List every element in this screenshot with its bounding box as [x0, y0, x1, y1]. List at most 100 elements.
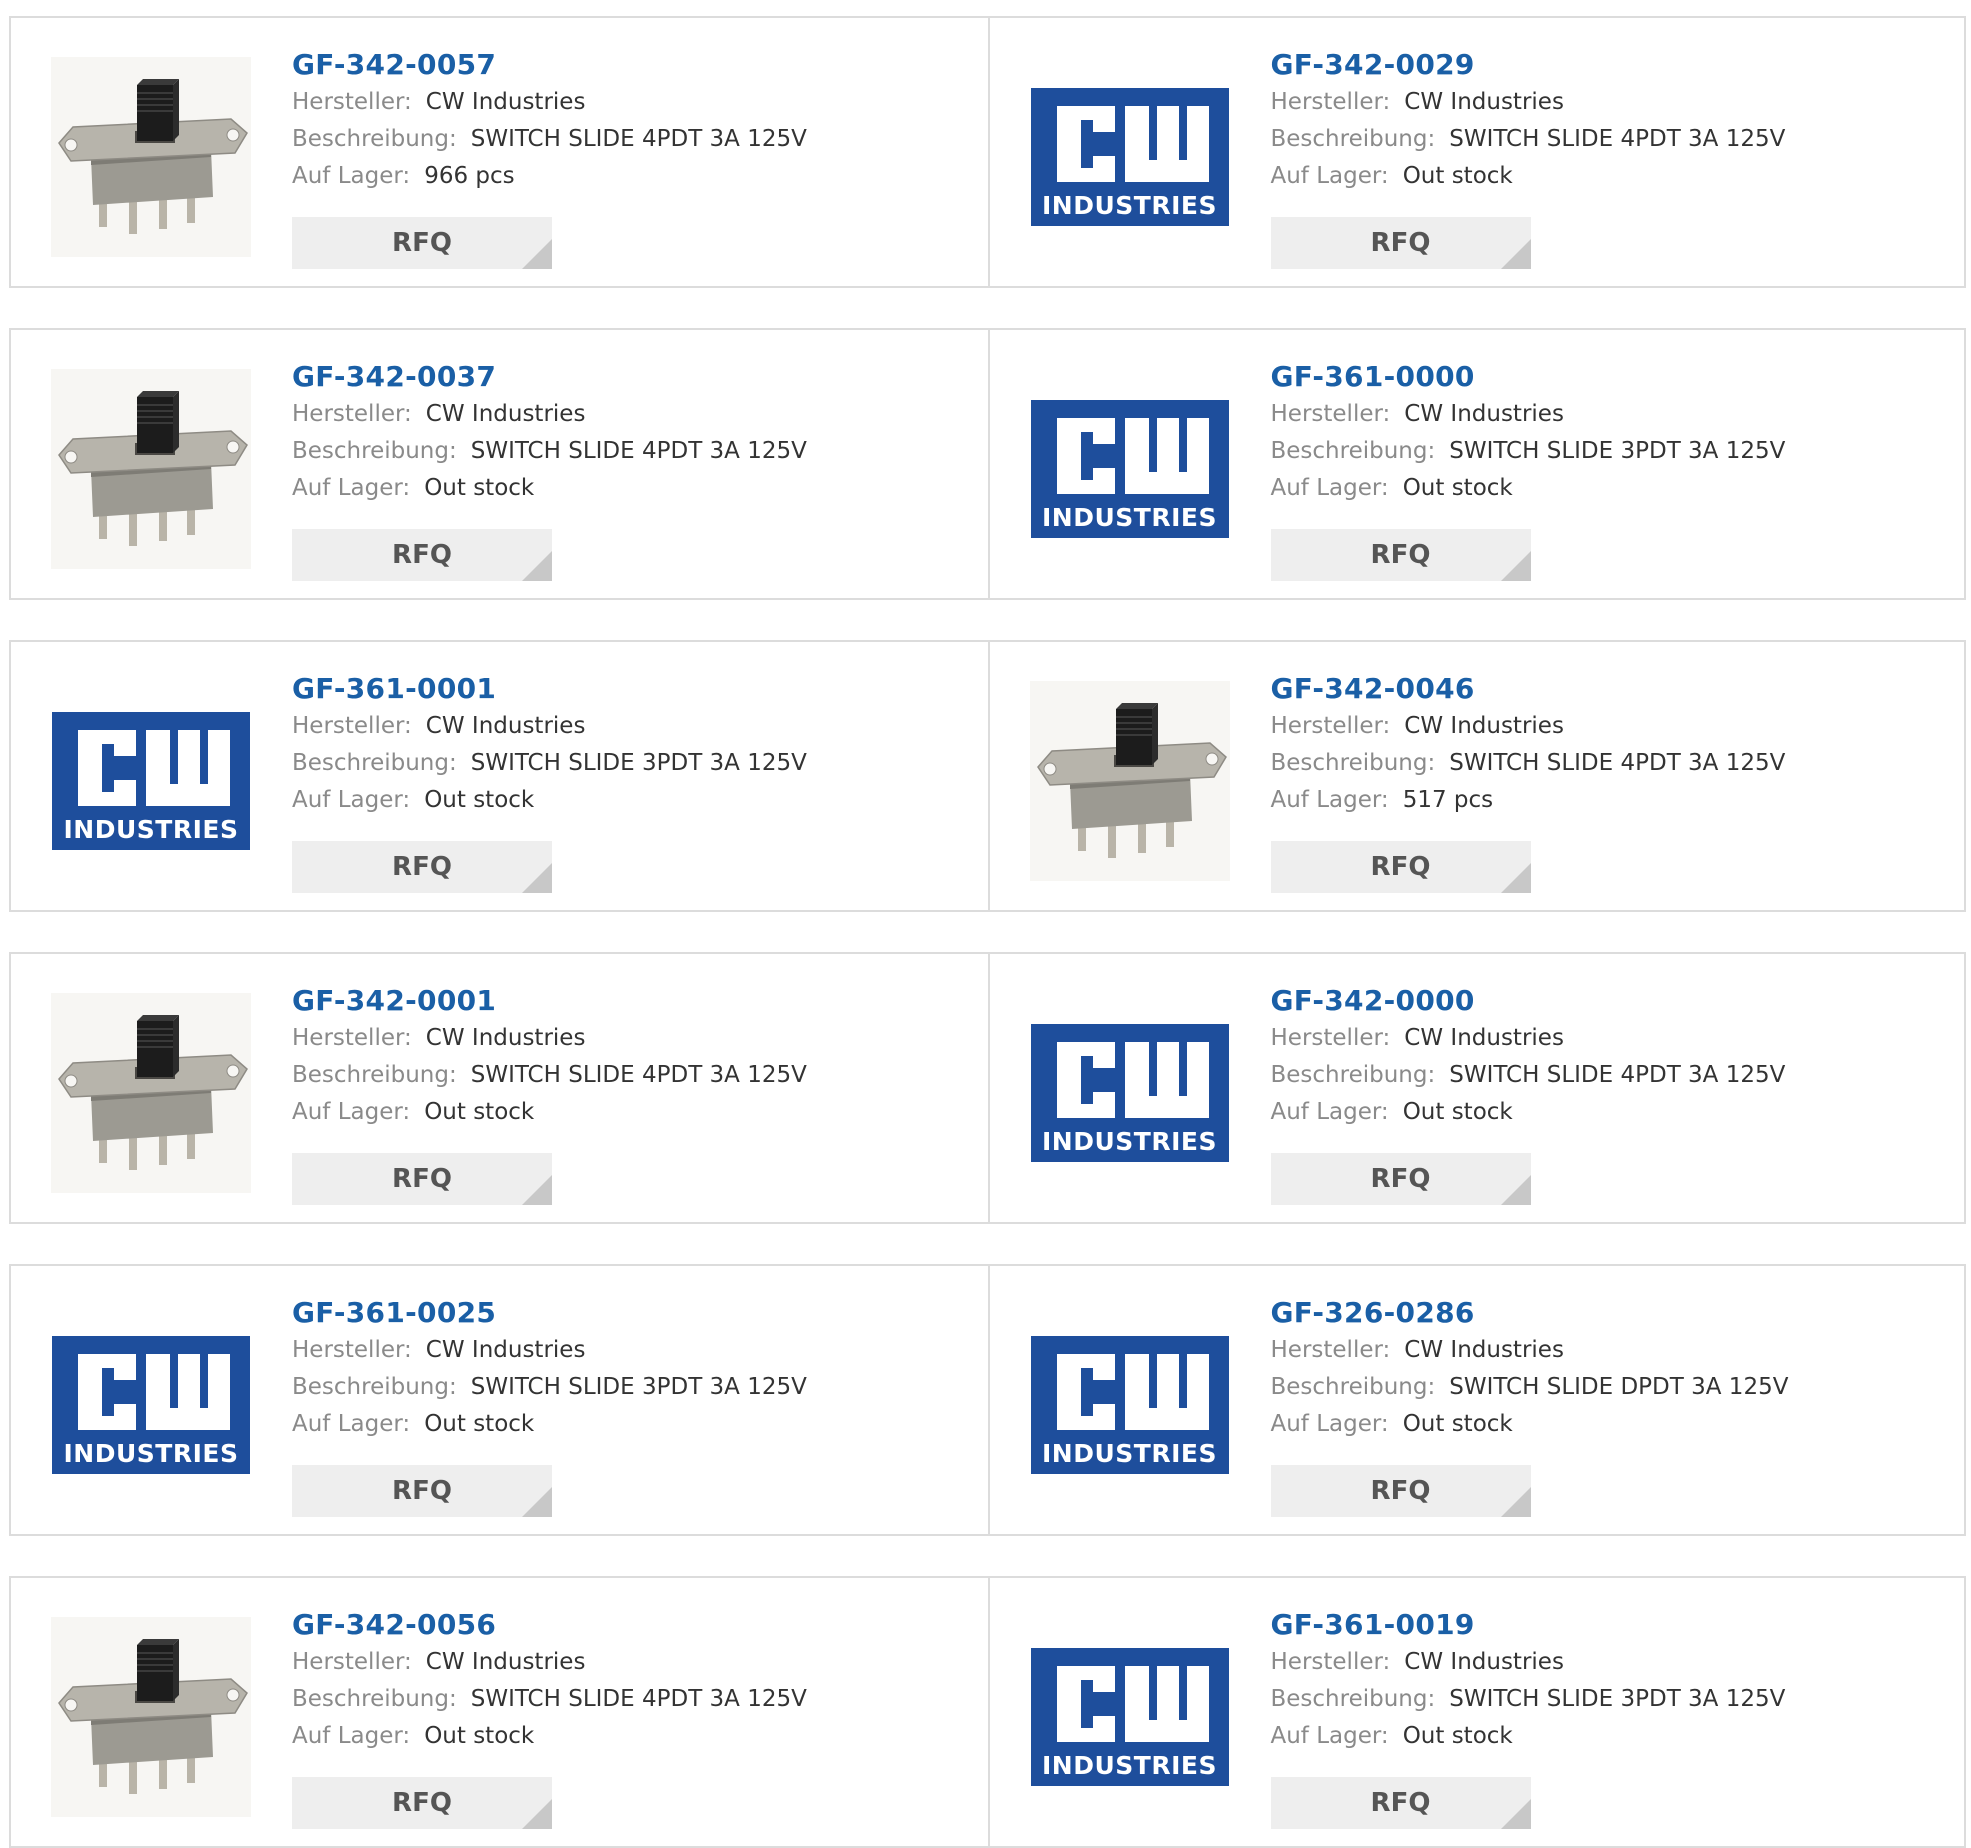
- manufacturer-value: CW Industries: [1404, 89, 1564, 115]
- rfq-label: RFQ: [1370, 1164, 1431, 1194]
- rfq-button[interactable]: RFQ: [1270, 1153, 1531, 1205]
- part-number-link[interactable]: GF-361-0025: [292, 1294, 942, 1332]
- rfq-label: RFQ: [392, 1164, 452, 1194]
- part-number-link[interactable]: GF-342-0037: [292, 358, 942, 396]
- cw-industries-logo: INDUSTRIES: [1030, 1336, 1229, 1474]
- product-card: INDUSTRIES GF-342-0000 Hersteller: CW Ind…: [987, 954, 1965, 1222]
- manufacturer-label: Hersteller:: [1270, 401, 1391, 427]
- part-number-link[interactable]: GF-361-0000: [1271, 358, 1921, 396]
- rfq-button[interactable]: RFQ: [1270, 841, 1531, 893]
- product-image[interactable]: [51, 57, 251, 257]
- product-image[interactable]: INDUSTRIES: [1030, 57, 1230, 257]
- manufacturer-value: CW Industries: [1404, 1337, 1564, 1363]
- corner-fold-icon: [1500, 239, 1531, 269]
- rfq-button[interactable]: RFQ: [292, 529, 552, 581]
- rfq-button[interactable]: RFQ: [1270, 1465, 1531, 1517]
- description-value: SWITCH SLIDE 4PDT 3A 125V: [470, 1686, 807, 1712]
- part-number-link[interactable]: GF-361-0001: [292, 670, 942, 708]
- product-image[interactable]: INDUSTRIES: [51, 681, 251, 881]
- manufacturer-value: CW Industries: [425, 89, 586, 115]
- slide-switch-icon: [51, 57, 251, 257]
- stock-label: Auf Lager:: [1270, 475, 1389, 501]
- part-number-link[interactable]: GF-342-0057: [292, 46, 942, 84]
- cw-letters-graphic: [78, 730, 230, 806]
- rfq-button[interactable]: RFQ: [292, 1465, 552, 1517]
- stock-label: Auf Lager:: [1270, 1411, 1389, 1437]
- corner-fold-icon: [522, 1175, 552, 1205]
- stock-value: Out stock: [1402, 1099, 1513, 1125]
- product-image[interactable]: INDUSTRIES: [1030, 993, 1230, 1193]
- rfq-label: RFQ: [1370, 1476, 1431, 1506]
- product-image[interactable]: INDUSTRIES: [1030, 1305, 1230, 1505]
- corner-fold-icon: [1500, 1799, 1531, 1829]
- manufacturer-value: CW Industries: [1404, 401, 1564, 427]
- cw-industries-logo: INDUSTRIES: [1030, 88, 1229, 226]
- rfq-button[interactable]: RFQ: [1270, 217, 1531, 269]
- corner-fold-icon: [1500, 551, 1531, 581]
- part-number-link[interactable]: GF-342-0001: [292, 982, 942, 1020]
- product-row: GF-342-0037 Hersteller: CW Industries Bes…: [9, 328, 1966, 600]
- product-image[interactable]: [1029, 681, 1230, 881]
- part-number-link[interactable]: GF-361-0019: [1271, 1606, 1921, 1644]
- description-label: Beschreibung:: [1270, 1062, 1436, 1088]
- logo-text: INDUSTRIES: [63, 815, 239, 844]
- part-number-link[interactable]: GF-342-0046: [1271, 670, 1921, 708]
- manufacturer-value: CW Industries: [1404, 1649, 1564, 1675]
- stock-value: Out stock: [1402, 1723, 1513, 1749]
- cw-letters-graphic: [1056, 418, 1209, 494]
- description-value: SWITCH SLIDE 3PDT 3A 125V: [470, 1374, 807, 1400]
- product-card: GF-342-0001 Hersteller: CW Industries Bes…: [11, 954, 988, 1222]
- part-number-link[interactable]: GF-342-0000: [1271, 982, 1921, 1020]
- rfq-label: RFQ: [1370, 852, 1431, 882]
- corner-fold-icon: [522, 239, 552, 269]
- rfq-button[interactable]: RFQ: [292, 1153, 552, 1205]
- rfq-label: RFQ: [1370, 540, 1431, 570]
- description-label: Beschreibung:: [1270, 1374, 1436, 1400]
- product-image[interactable]: INDUSTRIES: [1030, 369, 1230, 569]
- rfq-label: RFQ: [392, 228, 452, 258]
- description-value: SWITCH SLIDE 4PDT 3A 125V: [1449, 126, 1786, 152]
- description-value: SWITCH SLIDE 3PDT 3A 125V: [1449, 438, 1786, 464]
- stock-value: Out stock: [1402, 1411, 1513, 1437]
- rfq-button[interactable]: RFQ: [1270, 1777, 1531, 1829]
- product-image[interactable]: [51, 1617, 251, 1817]
- corner-fold-icon: [1500, 1487, 1531, 1517]
- product-image[interactable]: INDUSTRIES: [51, 1305, 251, 1505]
- part-number-link[interactable]: GF-342-0029: [1271, 46, 1921, 84]
- product-image[interactable]: INDUSTRIES: [1030, 1617, 1230, 1817]
- product-image[interactable]: [51, 369, 251, 569]
- description-label: Beschreibung:: [1270, 1686, 1436, 1712]
- slide-switch-icon: [1029, 681, 1230, 881]
- rfq-button[interactable]: RFQ: [292, 217, 552, 269]
- description-value: SWITCH SLIDE 3PDT 3A 125V: [1449, 1686, 1786, 1712]
- rfq-label: RFQ: [1370, 228, 1431, 258]
- part-number-link[interactable]: GF-326-0286: [1271, 1294, 1921, 1332]
- manufacturer-value: CW Industries: [1404, 713, 1564, 739]
- stock-value: Out stock: [424, 1723, 535, 1749]
- stock-label: Auf Lager:: [292, 1099, 411, 1125]
- manufacturer-value: CW Industries: [425, 1649, 586, 1675]
- product-card: INDUSTRIES GF-361-0001 Hersteller: CW Ind…: [11, 642, 988, 910]
- part-number-link[interactable]: GF-342-0056: [292, 1606, 942, 1644]
- cw-letters-graphic: [1056, 1666, 1209, 1742]
- cw-industries-logo: INDUSTRIES: [1030, 1024, 1229, 1162]
- description-value: SWITCH SLIDE 4PDT 3A 125V: [1449, 1062, 1786, 1088]
- product-row: INDUSTRIES GF-361-0025 Hersteller: CW Ind…: [9, 1264, 1966, 1536]
- logo-text: INDUSTRIES: [1042, 1751, 1217, 1780]
- product-image[interactable]: [51, 993, 251, 1193]
- rfq-button[interactable]: RFQ: [1270, 529, 1531, 581]
- manufacturer-label: Hersteller:: [1270, 1025, 1391, 1051]
- manufacturer-label: Hersteller:: [292, 401, 412, 427]
- manufacturer-label: Hersteller:: [292, 1649, 412, 1675]
- manufacturer-value: CW Industries: [425, 401, 586, 427]
- description-label: Beschreibung:: [292, 438, 457, 464]
- product-card: INDUSTRIES GF-361-0025 Hersteller: CW Ind…: [11, 1266, 988, 1534]
- stock-value: Out stock: [424, 475, 535, 501]
- cw-industries-logo: INDUSTRIES: [52, 712, 250, 850]
- manufacturer-label: Hersteller:: [292, 713, 412, 739]
- rfq-button[interactable]: RFQ: [292, 841, 552, 893]
- logo-text: INDUSTRIES: [1042, 1439, 1217, 1468]
- stock-value: Out stock: [1402, 475, 1513, 501]
- rfq-button[interactable]: RFQ: [292, 1777, 552, 1829]
- corner-fold-icon: [1500, 863, 1531, 893]
